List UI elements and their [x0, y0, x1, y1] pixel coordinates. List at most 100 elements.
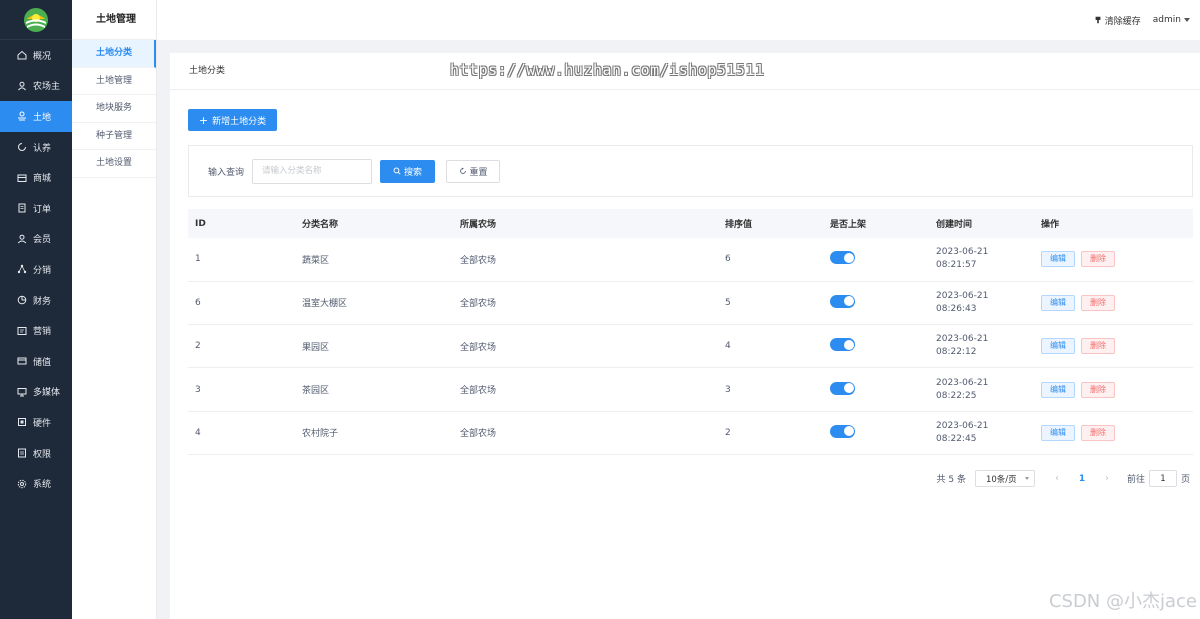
- sidebar-item-label: 订单: [33, 204, 52, 215]
- submenu-item[interactable]: 种子管理: [72, 123, 156, 151]
- delete-button[interactable]: 删除: [1081, 381, 1115, 398]
- sidebar-item[interactable]: 土地: [0, 101, 72, 132]
- delete-button[interactable]: 删除: [1081, 251, 1115, 268]
- add-category-label: 新增土地分类: [212, 116, 267, 127]
- table-row: 1 蔬菜区 全部农场 6 2023-06-21 08:21:57 编辑 删除: [188, 238, 1193, 282]
- sidebar-item[interactable]: 订单: [0, 193, 72, 224]
- sidebar-item-label: 权限: [33, 449, 52, 460]
- edit-button[interactable]: 编辑: [1041, 424, 1075, 441]
- edit-button[interactable]: 编辑: [1041, 294, 1075, 311]
- logo[interactable]: [0, 0, 72, 40]
- order-icon: [17, 203, 27, 213]
- col-header-name: 分类名称: [295, 209, 453, 238]
- sidebar-item[interactable]: 硬件: [0, 407, 72, 438]
- edit-button[interactable]: 编辑: [1041, 381, 1075, 398]
- online-toggle[interactable]: [830, 338, 855, 352]
- cell-online: [823, 238, 929, 282]
- online-toggle[interactable]: [830, 381, 855, 395]
- cell-id: 6: [188, 281, 295, 326]
- sidebar-item[interactable]: 系统: [0, 468, 72, 499]
- reset-button-label: 重置: [469, 167, 488, 178]
- edit-button[interactable]: 编辑: [1041, 251, 1075, 268]
- cell-actions: 编辑 删除: [1034, 324, 1193, 369]
- prev-page-icon[interactable]: ‹: [1047, 473, 1067, 484]
- user-menu[interactable]: admin: [1153, 15, 1190, 25]
- sidebar-item-label: 财务: [33, 296, 52, 307]
- cell-sort: 4: [718, 324, 823, 369]
- sidebar-item-label: 概况: [33, 51, 52, 62]
- marketing-icon: [17, 326, 27, 336]
- sidebar-item[interactable]: 分销: [0, 254, 72, 285]
- delete-button[interactable]: 删除: [1081, 424, 1115, 441]
- next-page-icon[interactable]: ›: [1097, 473, 1117, 484]
- goto-label: 前往: [1126, 475, 1145, 485]
- edit-button[interactable]: 编辑: [1041, 338, 1075, 355]
- cell-id: 4: [188, 411, 295, 455]
- clear-cache-label: 清除缓存: [1104, 16, 1141, 27]
- cell-online: [823, 281, 929, 326]
- brush-icon: [1095, 16, 1101, 24]
- cell-created: 2023-06-21 08:21:57: [929, 238, 1034, 282]
- csdn-watermark: CSDN @小杰jace: [1048, 591, 1197, 612]
- cell-sort: 6: [718, 238, 823, 282]
- sidebar-item-label: 商城: [33, 174, 52, 185]
- table-header-row: ID 分类名称 所属农场 排序值 是否上架 创建时间 操作: [188, 209, 1193, 238]
- online-toggle[interactable]: [830, 294, 855, 308]
- cell-sort: 2: [718, 411, 823, 455]
- online-toggle[interactable]: [830, 251, 855, 265]
- cell-id: 1: [188, 238, 295, 282]
- sidebar-item[interactable]: 财务: [0, 285, 72, 316]
- cell-name: 蔬菜区: [295, 238, 453, 282]
- cell-farm: 全部农场: [453, 367, 718, 412]
- created-time: 08:22:25: [936, 390, 977, 401]
- page-size-select[interactable]: 10条/页: [974, 470, 1035, 487]
- member-icon: [17, 234, 27, 244]
- sidebar-item[interactable]: 认养: [0, 132, 72, 163]
- pagination: 共 5 条 10条/页 ‹ 1 › 前往 页: [937, 470, 1190, 487]
- submenu-title: 土地管理: [72, 0, 156, 40]
- sidebar-item[interactable]: 商城: [0, 162, 72, 193]
- pie-icon: [17, 295, 27, 305]
- sidebar-item[interactable]: 概况: [0, 40, 72, 71]
- monitor-icon: [17, 387, 27, 397]
- sidebar-item[interactable]: 会员: [0, 224, 72, 255]
- col-header-created: 创建时间: [929, 209, 1034, 238]
- created-date: 2023-06-21: [936, 334, 989, 345]
- sidebar-item-label: 会员: [33, 235, 52, 246]
- reset-button[interactable]: 重置: [446, 159, 501, 183]
- cell-created: 2023-06-21 08:22:12: [929, 324, 1034, 369]
- created-date: 2023-06-21: [936, 247, 989, 258]
- submenu-item[interactable]: 地块服务: [72, 95, 156, 123]
- sidebar-item[interactable]: 营销: [0, 315, 72, 346]
- farm-logo-icon: [24, 7, 48, 32]
- sidebar-item[interactable]: 农场主: [0, 71, 72, 102]
- submenu: 土地管理 土地分类 土地管理 地块服务 种子管理 土地设置: [72, 0, 157, 619]
- cell-farm: 全部农场: [453, 281, 718, 326]
- clear-cache-button[interactable]: 清除缓存: [1094, 14, 1141, 27]
- sidebar-item[interactable]: 储值: [0, 346, 72, 377]
- submenu-item[interactable]: 土地分类: [72, 40, 156, 68]
- delete-button[interactable]: 删除: [1081, 338, 1115, 355]
- share-icon: [17, 264, 27, 274]
- submenu-item[interactable]: 土地管理: [72, 68, 156, 96]
- search-button[interactable]: 搜索: [380, 159, 436, 183]
- add-category-button[interactable]: + 新增土地分类: [188, 109, 277, 131]
- page-number-current[interactable]: 1: [1073, 474, 1091, 484]
- sidebar-item[interactable]: 权限: [0, 438, 72, 469]
- refresh-icon: [17, 142, 27, 152]
- search-panel: 输入查询 搜索 重置: [188, 145, 1193, 197]
- content-card: 土地分类 https://www.huzhan.com/ishop51511 +…: [170, 53, 1200, 619]
- sidebar-item[interactable]: 多媒体: [0, 377, 72, 408]
- main-nav: 概况农场主 土地 认养商城订单会员分销财务营销 储值多媒体硬件权限系统: [0, 40, 72, 499]
- col-header-farm: 所属农场: [453, 209, 718, 238]
- goto-page-input[interactable]: [1148, 470, 1177, 487]
- category-name-input[interactable]: [252, 158, 373, 184]
- chevron-down-icon: [1024, 477, 1029, 480]
- sidebar-item-label: 多媒体: [33, 388, 61, 399]
- search-icon: [393, 167, 401, 175]
- table-row: 6 温室大棚区 全部农场 5 2023-06-21 08:26:43 编辑 删除: [188, 281, 1193, 326]
- delete-button[interactable]: 删除: [1081, 294, 1115, 311]
- col-header-online: 是否上架: [823, 209, 929, 238]
- online-toggle[interactable]: [830, 424, 855, 438]
- submenu-item[interactable]: 土地设置: [72, 150, 156, 178]
